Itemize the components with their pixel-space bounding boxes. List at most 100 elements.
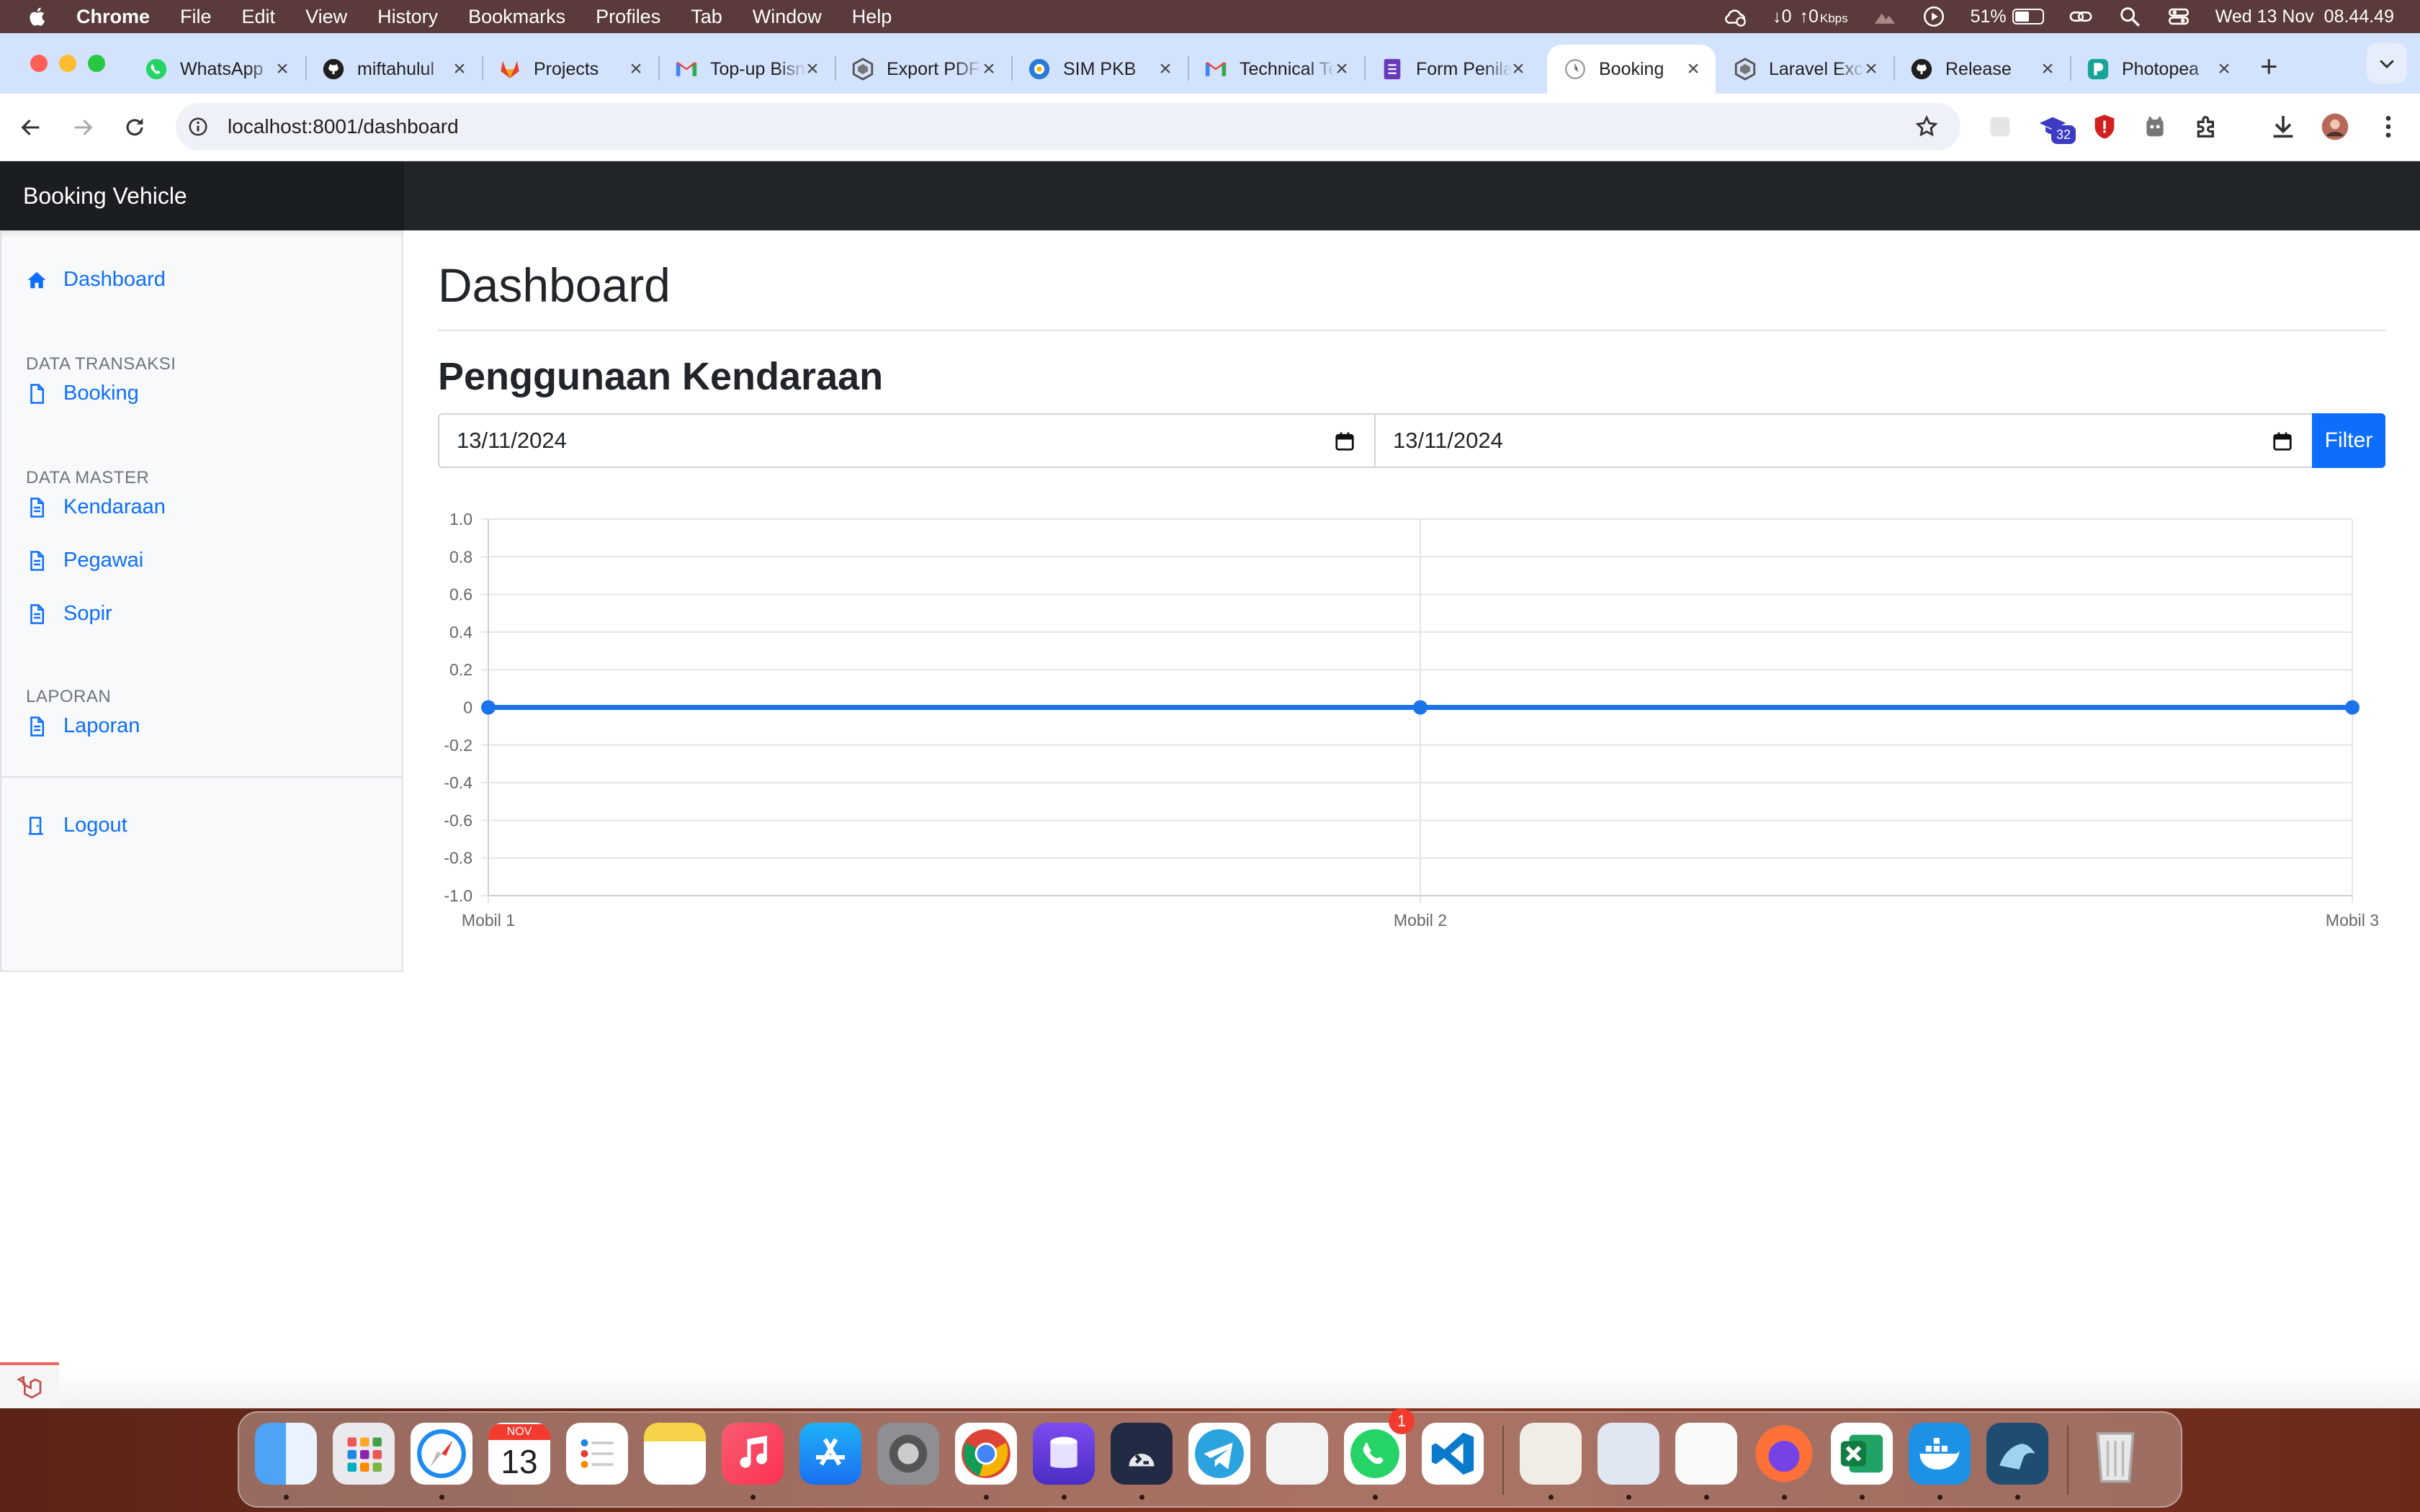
shield-extension-icon[interactable] bbox=[2090, 112, 2119, 141]
reminders-icon[interactable] bbox=[566, 1423, 628, 1485]
battery-status[interactable]: 51% bbox=[1971, 6, 2044, 27]
tab-sim-pkb[interactable]: SIM PKB × bbox=[1011, 45, 1188, 94]
extension-graduation-icon[interactable]: 32 bbox=[2038, 112, 2076, 144]
menu-clock[interactable]: Wed 13 Nov 08.44.49 bbox=[2215, 6, 2394, 27]
tab-photopea[interactable]: Photopea × bbox=[2070, 45, 2246, 94]
play-circle-icon[interactable] bbox=[1922, 4, 1946, 29]
mysql-workbench-icon[interactable] bbox=[1986, 1423, 2048, 1485]
tab-close-icon[interactable]: × bbox=[2038, 58, 2057, 80]
menu-window[interactable]: Window bbox=[753, 6, 822, 28]
database-icon[interactable] bbox=[1033, 1423, 1095, 1485]
menu-profiles[interactable]: Profiles bbox=[596, 6, 660, 28]
menu-tab[interactable]: Tab bbox=[691, 6, 722, 28]
trash-icon[interactable] bbox=[2084, 1423, 2146, 1485]
tab-laravel-excel[interactable]: Laravel Excel × bbox=[1717, 45, 1894, 94]
forward-button[interactable] bbox=[66, 111, 99, 144]
address-bar[interactable]: localhost:8001/dashboard bbox=[176, 103, 1960, 150]
window-close-button[interactable] bbox=[30, 55, 48, 72]
mascot-extension-icon[interactable] bbox=[2141, 112, 2169, 141]
launchpad-icon[interactable] bbox=[333, 1423, 395, 1485]
tab-close-icon[interactable]: × bbox=[1332, 58, 1351, 80]
window-zoom-button[interactable] bbox=[88, 55, 105, 72]
mountain-status-icon[interactable] bbox=[1873, 4, 1897, 29]
network-speed[interactable]: ↓0 ↑0 Kbps bbox=[1773, 6, 1848, 27]
tab-github-release[interactable]: Release × bbox=[1894, 45, 2070, 94]
sequel-icon[interactable] bbox=[1520, 1423, 1582, 1485]
tab-close-icon[interactable]: × bbox=[1684, 58, 1703, 80]
sidebar-item-sopir[interactable]: Sopir bbox=[26, 602, 112, 626]
tab-gmail-technical[interactable]: Technical Test × bbox=[1188, 45, 1364, 94]
sidebar-item-booking[interactable]: Booking bbox=[26, 382, 139, 405]
site-info-icon[interactable] bbox=[187, 116, 209, 138]
tab-close-icon[interactable]: × bbox=[1509, 58, 1528, 80]
apple-logo-icon[interactable] bbox=[27, 6, 49, 27]
tab-close-icon[interactable]: × bbox=[627, 58, 645, 80]
terminal-icon[interactable] bbox=[1111, 1423, 1173, 1485]
tab-close-icon[interactable]: × bbox=[273, 58, 292, 80]
debugbar-toggle[interactable] bbox=[0, 1362, 59, 1408]
menu-help[interactable]: Help bbox=[852, 6, 892, 28]
tab-github-miftahul[interactable]: miftahulul × bbox=[305, 45, 482, 94]
tab-close-icon[interactable]: × bbox=[2215, 58, 2233, 80]
profile-avatar[interactable] bbox=[2321, 112, 2349, 141]
puzzle-extensions-icon[interactable] bbox=[2192, 112, 2221, 141]
window-minimize-button[interactable] bbox=[59, 55, 76, 72]
url-text[interactable]: localhost:8001/dashboard bbox=[228, 115, 459, 138]
textedit-icon[interactable] bbox=[1675, 1423, 1737, 1485]
tab-close-icon[interactable]: × bbox=[1862, 58, 1881, 80]
tab-form-penilaian[interactable]: Form Penilaian × bbox=[1364, 45, 1541, 94]
tab-gmail-topup[interactable]: Top-up Bisnis × bbox=[658, 45, 835, 94]
tab-booking-active[interactable]: Booking × bbox=[1547, 45, 1716, 94]
more-menu-icon[interactable] bbox=[2374, 112, 2403, 141]
tab-close-icon[interactable]: × bbox=[1156, 58, 1175, 80]
tab-export-pdf[interactable]: Export PDF × bbox=[835, 45, 1011, 94]
docker-icon[interactable] bbox=[1909, 1423, 1971, 1485]
menu-bookmarks[interactable]: Bookmarks bbox=[468, 6, 565, 28]
sidebar-item-laporan[interactable]: Laporan bbox=[26, 714, 140, 738]
sidebar-item-kendaraan[interactable]: Kendaraan bbox=[26, 495, 166, 519]
sidebar-item-dashboard[interactable]: Dashboard bbox=[26, 268, 166, 292]
finder-icon[interactable] bbox=[255, 1423, 317, 1485]
menu-edit[interactable]: Edit bbox=[242, 6, 276, 28]
excel-icon[interactable] bbox=[1831, 1423, 1893, 1485]
download-icon[interactable] bbox=[2269, 112, 2298, 141]
menu-app-name[interactable]: Chrome bbox=[76, 6, 150, 28]
notes-icon[interactable] bbox=[644, 1423, 706, 1485]
end-date-input[interactable]: 13/11/2024 bbox=[1374, 413, 2313, 468]
link-icon[interactable] bbox=[2069, 4, 2093, 29]
music-icon[interactable] bbox=[722, 1423, 784, 1485]
tab-whatsapp[interactable]: WhatsApp × bbox=[128, 45, 305, 94]
control-center-icon[interactable] bbox=[2166, 4, 2191, 29]
menu-file[interactable]: File bbox=[180, 6, 212, 28]
calendar-icon[interactable]: NOV 13 bbox=[488, 1423, 550, 1485]
firefox-icon[interactable] bbox=[1753, 1423, 1815, 1485]
backup-status-icon[interactable] bbox=[1724, 4, 1748, 29]
system-settings-icon[interactable] bbox=[877, 1423, 939, 1485]
spotlight-search-icon[interactable] bbox=[2118, 4, 2142, 29]
menu-history[interactable]: History bbox=[377, 6, 438, 28]
start-date-input[interactable]: 13/11/2024 bbox=[438, 413, 1376, 468]
back-button[interactable] bbox=[14, 111, 48, 144]
calendar-icon[interactable] bbox=[1334, 431, 1355, 452]
preview-icon[interactable] bbox=[1597, 1423, 1659, 1485]
vscode-icon[interactable] bbox=[1422, 1423, 1484, 1485]
sidebar-item-pegawai[interactable]: Pegawai bbox=[26, 549, 143, 572]
new-tab-button[interactable]: + bbox=[2260, 49, 2278, 84]
tab-close-icon[interactable]: × bbox=[450, 58, 469, 80]
extension-grey-icon[interactable] bbox=[1986, 112, 2015, 141]
menu-view[interactable]: View bbox=[305, 6, 347, 28]
tab-close-icon[interactable]: × bbox=[980, 58, 998, 80]
app-store-icon[interactable] bbox=[799, 1423, 861, 1485]
tab-search-button[interactable] bbox=[2367, 43, 2407, 84]
tab-gitlab-projects[interactable]: Projects × bbox=[482, 45, 658, 94]
sidebar-item-logout[interactable]: Logout bbox=[26, 814, 127, 837]
safari-icon[interactable] bbox=[411, 1423, 472, 1485]
reload-button[interactable] bbox=[118, 111, 151, 144]
chrome-icon[interactable] bbox=[955, 1423, 1017, 1485]
bookmark-star-icon[interactable] bbox=[1914, 114, 1939, 139]
tab-close-icon[interactable]: × bbox=[803, 58, 822, 80]
telegram-icon[interactable] bbox=[1188, 1423, 1250, 1485]
calendar-icon[interactable] bbox=[2272, 431, 2293, 452]
dog-app-icon[interactable] bbox=[1266, 1423, 1328, 1485]
filter-button[interactable]: Filter bbox=[2312, 413, 2385, 468]
